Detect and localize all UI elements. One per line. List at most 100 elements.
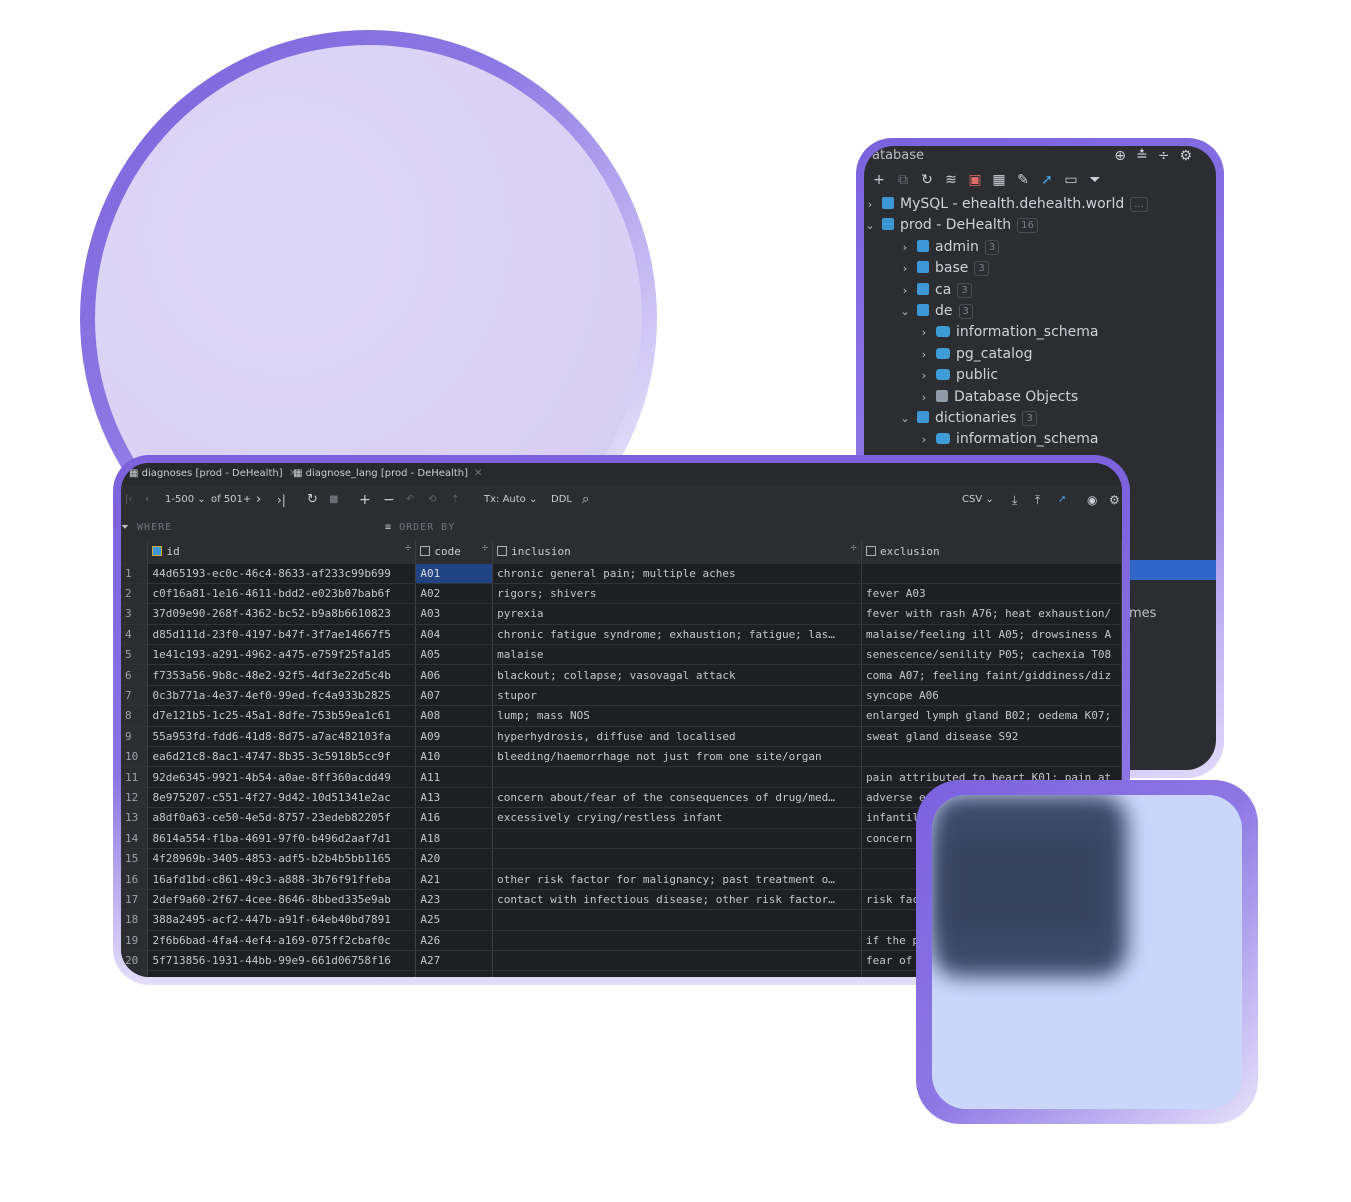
chevron-right-icon[interactable]: › — [918, 387, 930, 408]
cell-inclusion[interactable]: pyrexia — [492, 603, 863, 625]
cell-code[interactable]: A07 — [415, 685, 494, 707]
cell-id[interactable]: 8e975207-c551-4f27-9d42-10d51341e2ac — [147, 787, 417, 809]
reload-icon[interactable]: ↻ — [307, 485, 318, 515]
cell-inclusion[interactable]: chronic general pain; multiple aches — [492, 563, 863, 584]
cell-id[interactable]: 388a2495-acf2-447b-a91f-64eb40bd7891 — [147, 909, 417, 931]
cell-code[interactable]: A20 — [415, 848, 494, 870]
cell-inclusion[interactable]: stupor — [492, 685, 863, 707]
chevron-right-icon[interactable]: › — [918, 365, 930, 386]
cell-inclusion[interactable] — [492, 930, 863, 951]
cell-id[interactable]: 44d65193-ec0c-46c4-8633-af233c99b699 — [147, 563, 417, 584]
cell-inclusion[interactable]: bleeding/haemorrhage not just from one s… — [492, 746, 863, 768]
tab-diagnoses[interactable]: ▦ diagnoses [prod - DeHealth] ✕ — [129, 463, 297, 485]
order-by-filter[interactable]: ≡ ORDER BY — [385, 515, 455, 541]
cell-exclusion[interactable]: sweat gland disease S92 — [861, 726, 1122, 748]
tree-node[interactable]: ⌄ dictionaries 3 — [864, 408, 1216, 429]
cell-inclusion[interactable] — [492, 950, 863, 972]
cell-id[interactable]: c0f16a81-1e16-4611-bdd2-e023b07bab6f — [147, 583, 417, 605]
cell-code[interactable]: A23 — [415, 889, 494, 911]
cell-exclusion[interactable]: fever A03 — [861, 583, 1122, 605]
cell-inclusion[interactable]: excessively crying/restless infant — [492, 807, 863, 829]
column-header-code[interactable]: code ÷ — [415, 541, 494, 564]
cell-inclusion[interactable]: lump; mass NOS — [492, 705, 863, 727]
tree-node[interactable]: › admin 3 — [864, 237, 1216, 258]
cell-id[interactable]: 92de6345-9921-4b54-a0ae-8ff360acdd49 — [147, 766, 417, 788]
gear-icon[interactable]: ⚙ — [1179, 148, 1202, 164]
cell-id[interactable]: 4f28969b-3405-4853-adf5-b2b4b5bb1165 — [147, 848, 417, 870]
jump-icon[interactable]: ➚ — [1036, 166, 1060, 194]
cell-id[interactable]: 2b369c18-7bf8-46b4-9770-9ab05870f6d5 — [147, 970, 417, 977]
table-row[interactable]: 7 0c3b771a-4e37-4ef0-99ed-fc4a933b2825 A07… — [121, 685, 1122, 707]
sort-toggle-icon[interactable]: ÷ — [482, 541, 489, 554]
cell-exclusion[interactable]: enlarged lymph gland B02; oedema K07; — [861, 705, 1122, 727]
tx-mode-select[interactable]: Tx: Auto ⌄ — [484, 485, 537, 515]
upload-icon[interactable]: ⤒ — [1035, 485, 1040, 515]
cell-inclusion[interactable] — [492, 766, 863, 788]
cell-code[interactable]: A27 — [415, 950, 494, 972]
table-row[interactable]: 8 d7e121b5-1c25-45a1-8dfe-753b59ea1c61 A08… — [121, 705, 1122, 727]
cell-inclusion[interactable] — [492, 848, 863, 870]
column-header-id[interactable]: id ÷ — [147, 541, 417, 564]
cell-id[interactable]: d7e121b5-1c25-45a1-8dfe-753b59ea1c61 — [147, 705, 417, 727]
table-row[interactable]: 10 ea6d21c8-8ac1-4747-8b35-3c5918b5cc9f A1… — [121, 746, 1122, 768]
cell-id[interactable]: 8614a554-f1ba-4691-97f0-b496d2aaf7d1 — [147, 828, 417, 849]
download-icon[interactable]: ⤓ — [1012, 485, 1017, 515]
cell-code[interactable]: A28 — [415, 970, 494, 977]
cell-exclusion[interactable]: syncope A06 — [861, 685, 1122, 707]
cell-inclusion[interactable]: concern about/fear of the consequences o… — [492, 787, 863, 809]
cell-id[interactable]: 55a953fd-fdd6-41d8-8d75-a7ac482103fa — [147, 726, 417, 748]
ddl-button[interactable]: DDL — [551, 485, 572, 515]
chevron-down-icon[interactable]: ⌄ — [864, 215, 876, 236]
tree-node[interactable]: › base 3 — [864, 258, 1216, 279]
cell-inclusion[interactable]: hyperhydrosis, diffuse and localised — [492, 726, 863, 748]
crosshair-icon[interactable]: ⊕ — [1114, 148, 1136, 164]
cell-id[interactable]: 5f713856-1931-44bb-99e9-661d06758f16 — [147, 950, 417, 972]
eye-icon[interactable]: ◉ — [1087, 485, 1097, 515]
cell-exclusion[interactable] — [861, 563, 1122, 584]
column-header-inclusion[interactable]: inclusion ÷ — [492, 541, 863, 564]
cell-id[interactable]: 16afd1bd-c861-49c3-a888-3b76f91ffeba — [147, 868, 417, 890]
cell-code[interactable]: A18 — [415, 828, 494, 849]
cell-code[interactable]: A08 — [415, 705, 494, 727]
console-icon[interactable]: ▭ — [1060, 166, 1084, 194]
cell-inclusion[interactable] — [492, 970, 863, 977]
cell-id[interactable]: 1e41c193-a291-4962-a475-e759f25fa1d5 — [147, 644, 417, 666]
table-row[interactable]: 9 55a953fd-fdd6-41d8-8d75-a7ac482103fa A09… — [121, 726, 1122, 748]
refresh-icon[interactable]: ↻ — [916, 166, 940, 194]
table-row[interactable]: 6 f7353a56-9b8c-48e2-92f5-4df3e22d5c4b A06… — [121, 664, 1122, 686]
cell-code[interactable]: A25 — [415, 909, 494, 931]
first-page-icon[interactable]: |‹ — [125, 485, 132, 515]
sync-schema-icon[interactable]: ≋ — [940, 166, 964, 194]
cell-code[interactable]: A01 — [415, 563, 494, 584]
expand-all-icon[interactable]: ≛ — [1136, 148, 1158, 164]
cell-code[interactable]: A05 — [415, 644, 494, 666]
table-row[interactable]: 1 44d65193-ec0c-46c4-8633-af233c99b699 A01… — [121, 563, 1122, 584]
cell-code[interactable]: A10 — [415, 746, 494, 768]
cell-id[interactable]: f7353a56-9b8c-48e2-92f5-4df3e22d5c4b — [147, 664, 417, 686]
cell-id[interactable]: a8df0a63-ce50-4e5d-8757-23edeb82205f — [147, 807, 417, 829]
table-row[interactable]: 2 c0f16a81-1e16-4611-bdd2-e023b07bab6f A02… — [121, 583, 1122, 605]
cell-inclusion[interactable]: chronic fatigue syndrome; exhaustion; fa… — [492, 624, 863, 646]
table-row[interactable]: 5 1e41c193-a291-4962-a475-e759f25fa1d5 A05… — [121, 644, 1122, 666]
tree-node[interactable]: › information_schema — [864, 322, 1216, 343]
cell-inclusion[interactable]: rigors; shivers — [492, 583, 863, 605]
chevron-right-icon[interactable]: › — [864, 194, 876, 215]
cell-id[interactable]: ea6d21c8-8ac1-4747-8b35-3c5918b5cc9f — [147, 746, 417, 768]
tree-node[interactable]: › Database Objects — [864, 387, 1216, 408]
stop-icon[interactable]: ▣ — [964, 166, 988, 194]
collapse-all-icon[interactable]: ÷ — [1158, 148, 1180, 164]
search-icon[interactable]: ⌕ — [582, 485, 589, 515]
tree-node[interactable]: › ca 3 — [864, 280, 1216, 301]
cell-inclusion[interactable] — [492, 828, 863, 849]
next-page-icon[interactable]: › — [256, 485, 261, 515]
cell-id[interactable]: 2f6b6bad-4fa4-4ef4-a169-075ff2cbaf0c — [147, 930, 417, 951]
cell-exclusion[interactable]: fever with rash A76; heat exhaustion/ — [861, 603, 1122, 625]
close-icon[interactable]: ✕ — [474, 468, 482, 479]
table-row[interactable]: 3 37d09e90-268f-4362-bc52-b9a8b6610823 A03… — [121, 603, 1122, 625]
cell-code[interactable]: A04 — [415, 624, 494, 646]
compare-icon[interactable]: ➚ — [1058, 485, 1066, 515]
cell-exclusion[interactable]: coma A07; feeling faint/giddiness/diz — [861, 664, 1122, 686]
cell-inclusion[interactable] — [492, 909, 863, 931]
prev-page-icon[interactable]: ‹ — [145, 485, 149, 515]
table-row[interactable]: 4 d85d111d-23f0-4197-b47f-3f7ae14667f5 A04… — [121, 624, 1122, 646]
